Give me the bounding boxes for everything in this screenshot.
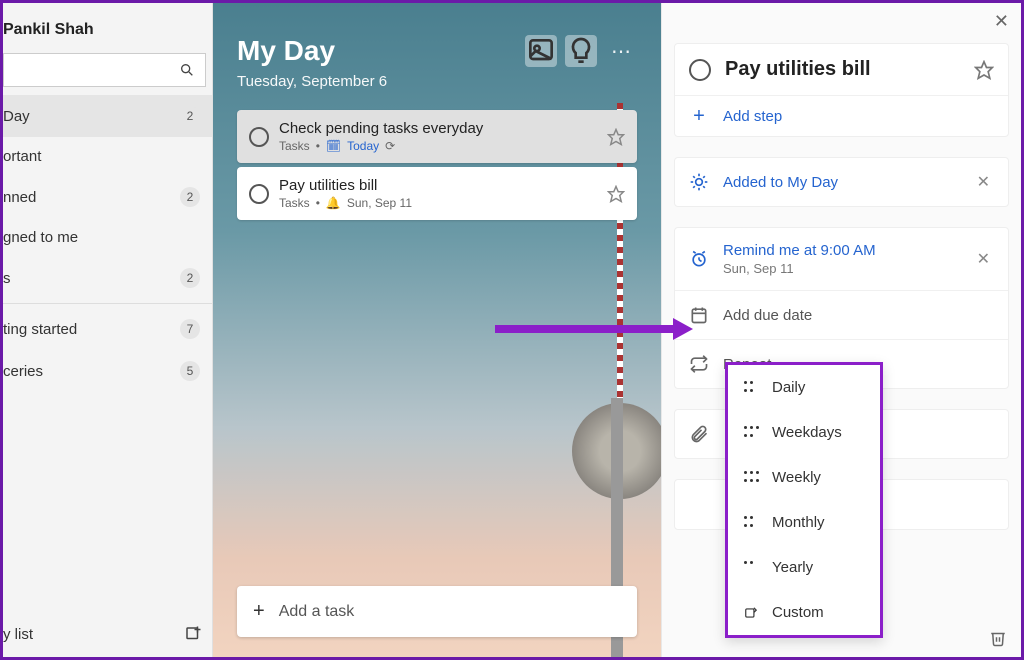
reminder-row[interactable]: Remind me at 9:00 AMSun, Sep 11 ✕: [675, 228, 1008, 291]
calendar-icon: 🗓: [326, 139, 341, 153]
sidebar-item-groceries[interactable]: ceries5: [3, 350, 212, 392]
new-list-icon[interactable]: [184, 625, 202, 643]
sidebar-item-assigned[interactable]: gned to me: [3, 218, 212, 257]
more-icon[interactable]: ⋯: [605, 39, 637, 64]
star-icon[interactable]: [607, 128, 625, 146]
attachment-icon: [689, 424, 709, 444]
plus-icon: +: [253, 600, 265, 623]
complete-circle-icon[interactable]: [689, 59, 711, 81]
plus-icon: +: [689, 106, 709, 126]
theme-icon[interactable]: [525, 35, 557, 67]
repeat-option-yearly[interactable]: Yearly: [728, 545, 880, 590]
task-row[interactable]: Pay utilities bill Tasks • 🔔Sun, Sep 11: [237, 167, 637, 220]
repeat-option-daily[interactable]: Daily: [728, 365, 880, 410]
dots-icon: [744, 426, 758, 440]
delete-icon[interactable]: [989, 629, 1007, 647]
sun-icon: [689, 172, 709, 192]
my-day-row[interactable]: Added to My Day ✕: [675, 158, 1008, 206]
sidebar-item-tasks[interactable]: s2: [3, 257, 212, 299]
add-task-input[interactable]: + Add a task: [237, 586, 637, 637]
page-title: My Day: [237, 35, 335, 67]
complete-circle-icon[interactable]: [249, 184, 269, 204]
nav-list: Day2 ortant nned2 gned to me s2 ting sta…: [3, 95, 212, 615]
star-icon[interactable]: [607, 185, 625, 203]
sidebar-item-planned[interactable]: nned2: [3, 176, 212, 218]
dots-icon: [744, 516, 758, 530]
annotation-arrow: [495, 325, 675, 333]
complete-circle-icon[interactable]: [249, 127, 269, 147]
task-row[interactable]: Check pending tasks everyday Tasks • 🗓To…: [237, 110, 637, 163]
suggestions-icon[interactable]: [565, 35, 597, 67]
sidebar-item-getting-started[interactable]: ting started7: [3, 308, 212, 350]
repeat-option-weekdays[interactable]: Weekdays: [728, 410, 880, 455]
search-input[interactable]: [3, 53, 206, 87]
date-subtitle: Tuesday, September 6: [237, 73, 637, 90]
user-name: Pankil Shah: [3, 3, 212, 53]
remove-icon[interactable]: ✕: [973, 172, 994, 192]
dots-icon: [744, 561, 758, 575]
bell-icon: 🔔: [326, 196, 341, 210]
search-icon: [179, 62, 195, 78]
alarm-icon: [689, 249, 709, 269]
remove-icon[interactable]: ✕: [973, 249, 994, 269]
repeat-option-monthly[interactable]: Monthly: [728, 500, 880, 545]
detail-title[interactable]: Pay utilities bill: [725, 58, 960, 81]
due-date-row[interactable]: Add due date: [675, 291, 1008, 340]
sidebar-item-my-day[interactable]: Day2: [3, 95, 212, 137]
sidebar-item-important[interactable]: ortant: [3, 137, 212, 176]
star-icon[interactable]: [974, 60, 994, 80]
add-step-button[interactable]: + Add step: [675, 96, 1008, 136]
repeat-option-weekly[interactable]: Weekly: [728, 455, 880, 500]
sidebar-footer-label[interactable]: y list: [3, 626, 33, 643]
close-icon[interactable]: ✕: [994, 11, 1009, 32]
repeat-icon: [689, 354, 709, 374]
repeat-icon: ⟳: [385, 139, 395, 153]
repeat-menu: Daily Weekdays Weekly Monthly Yearly Cus…: [725, 362, 883, 638]
dots-icon: [744, 471, 758, 485]
custom-icon: [744, 606, 758, 620]
dots-icon: [744, 381, 758, 395]
sidebar: Pankil Shah Day2 ortant nned2 gned to me…: [3, 3, 213, 657]
repeat-option-custom[interactable]: Custom: [728, 590, 880, 635]
